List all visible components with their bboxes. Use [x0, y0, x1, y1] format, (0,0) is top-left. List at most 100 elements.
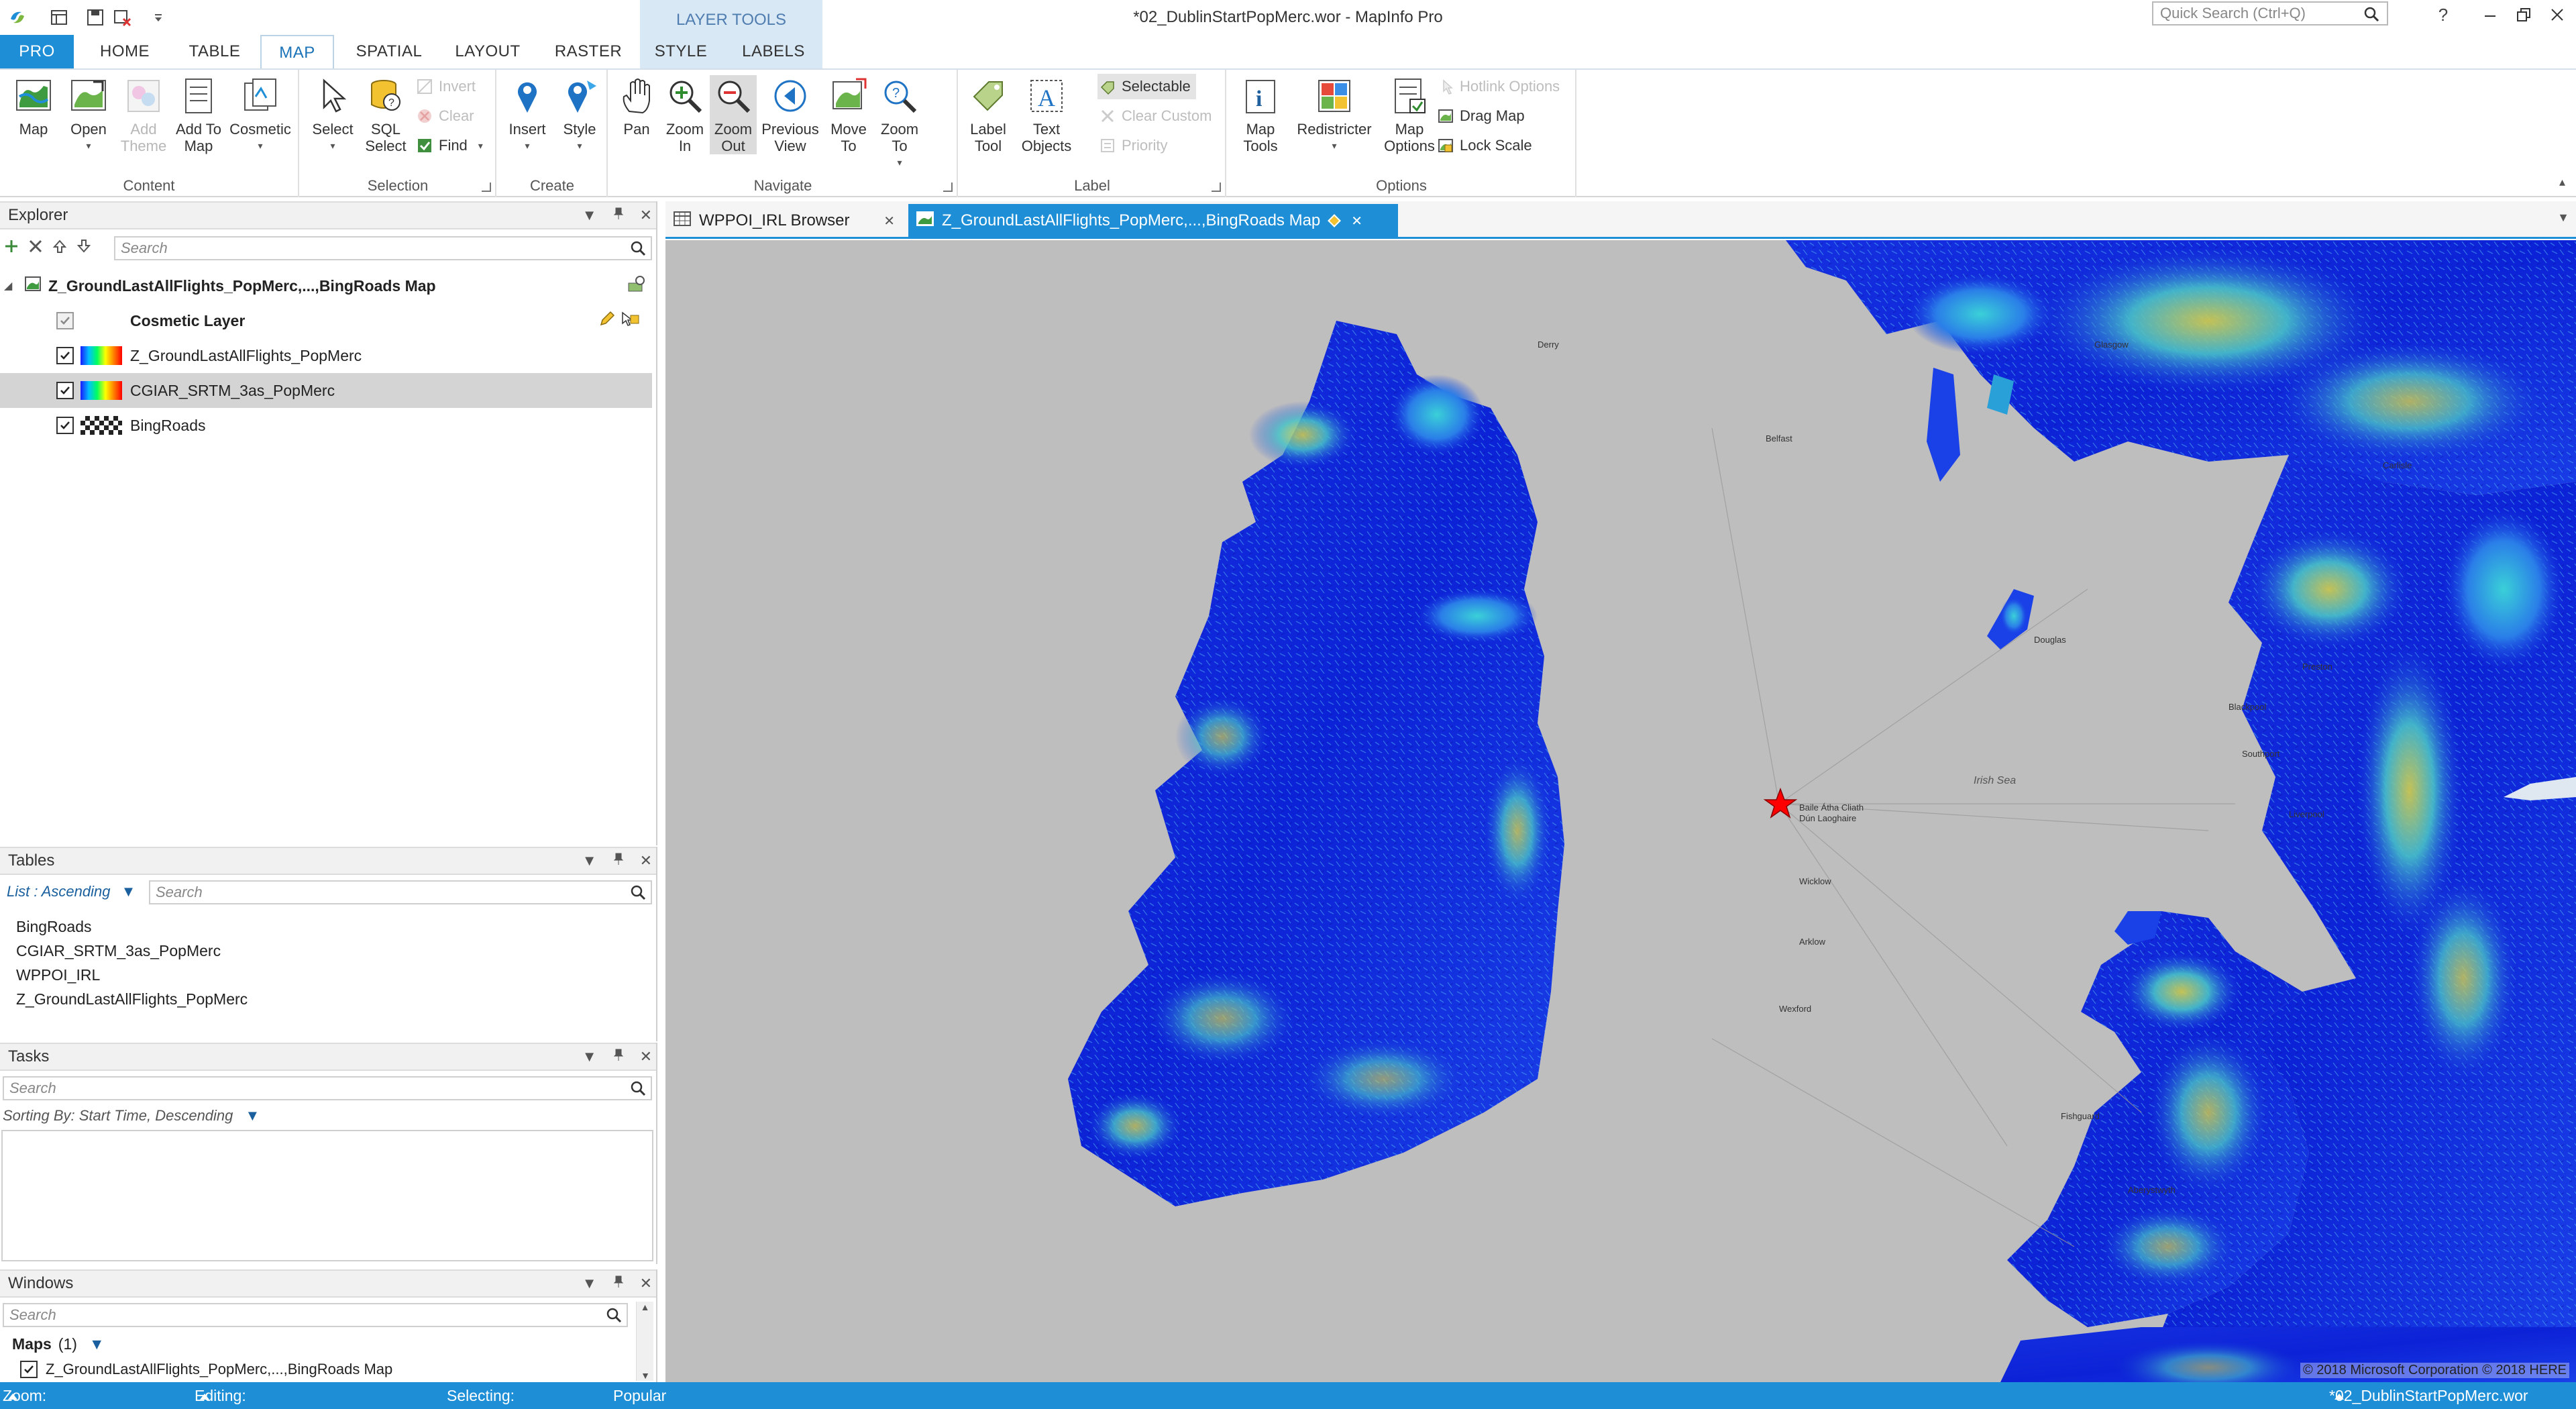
- pin-icon[interactable]: [612, 203, 625, 228]
- workspace-status[interactable]: *02_DublinStartPopMerc.wor: [2329, 1382, 2528, 1409]
- tab-overflow-icon[interactable]: ▼: [2557, 211, 2569, 225]
- open-button[interactable]: Open ▾: [62, 75, 115, 154]
- layer-row-cosmetic[interactable]: Cosmetic Layer: [0, 303, 652, 338]
- add-layer-icon[interactable]: [4, 239, 19, 258]
- tab-pro[interactable]: PRO: [0, 35, 74, 68]
- table-list-item[interactable]: BingRoads: [16, 918, 92, 936]
- selectable-layer-icon[interactable]: [620, 310, 640, 331]
- map-button[interactable]: Map: [7, 75, 60, 138]
- layer-row-flights[interactable]: Z_GroundLastAllFlights_PopMerc: [0, 338, 652, 373]
- layer-control-icon[interactable]: [627, 274, 647, 298]
- redistricter-button[interactable]: Redistricter ▾: [1291, 75, 1378, 154]
- zoom-status[interactable]: Zoom: 643.5 mi: [3, 1382, 46, 1409]
- window-visibility-checkbox[interactable]: [20, 1361, 38, 1378]
- doc-tab-browser[interactable]: WPPOI_IRL Browser ✕: [665, 204, 900, 238]
- close-icon[interactable]: ✕: [1351, 213, 1362, 229]
- close-icon[interactable]: ✕: [640, 848, 652, 874]
- drag-map-toggle[interactable]: Drag Map: [1436, 103, 1525, 129]
- edit-pencil-icon[interactable]: [598, 310, 616, 331]
- navigate-dialog-launcher[interactable]: [943, 182, 953, 192]
- invert-button[interactable]: Invert: [415, 74, 476, 99]
- editing-status[interactable]: Editing: Cosmetic Layer: [195, 1382, 246, 1409]
- label-dialog-launcher[interactable]: [1212, 182, 1221, 192]
- find-button[interactable]: Find ▾: [415, 133, 483, 158]
- insert-button[interactable]: Insert ▾: [502, 75, 553, 154]
- layer-visibility-checkbox[interactable]: [56, 382, 74, 399]
- pan-button[interactable]: Pan: [613, 75, 660, 138]
- table-list-item[interactable]: WPPOI_IRL: [16, 966, 100, 984]
- doc-tab-map[interactable]: Z_GroundLastAllFlights_PopMerc,...,BingR…: [908, 204, 1398, 238]
- clear-custom-button[interactable]: Clear Custom: [1097, 103, 1212, 129]
- place-label: Derry: [1538, 340, 1559, 350]
- sql-select-button[interactable]: ? SQL Select: [360, 75, 412, 154]
- previous-view-button[interactable]: Previous View: [758, 75, 822, 154]
- pane-menu-icon[interactable]: ▼: [582, 203, 597, 228]
- map-tree-node[interactable]: ◢ Z_GroundLastAllFlights_PopMerc,...,Bin…: [0, 268, 652, 303]
- priority-button[interactable]: Priority: [1097, 133, 1167, 158]
- tables-sort-dropdown[interactable]: List : Ascending ▼: [7, 883, 136, 900]
- tables-search-input[interactable]: Search: [149, 880, 652, 904]
- windows-group-header[interactable]: Maps (1) ▼: [12, 1335, 105, 1353]
- selection-dialog-launcher[interactable]: [482, 182, 491, 192]
- close-icon[interactable]: ✕: [640, 1271, 652, 1296]
- tasks-sort-dropdown[interactable]: Sorting By: Start Time, Descending ▼: [3, 1107, 260, 1125]
- move-up-icon[interactable]: [52, 239, 67, 258]
- zoom-to-button[interactable]: ? Zoom To ▾: [875, 75, 924, 171]
- tab-labels[interactable]: LABELS: [730, 35, 817, 68]
- window-list-item[interactable]: Z_GroundLastAllFlights_PopMerc,...,BingR…: [20, 1361, 392, 1378]
- map-canvas[interactable]: Baile Átha Cliath Dún Laoghaire Wicklow …: [665, 240, 2576, 1382]
- pane-menu-icon[interactable]: ▼: [582, 1271, 597, 1296]
- close-icon[interactable]: ✕: [640, 1044, 652, 1069]
- collapse-arrow-icon[interactable]: ◢: [0, 279, 17, 293]
- tab-style[interactable]: STYLE: [644, 35, 718, 68]
- hotlink-options-button[interactable]: Hotlink Options: [1436, 74, 1560, 99]
- close-icon[interactable]: ✕: [640, 203, 652, 228]
- windows-search-input[interactable]: Search: [3, 1303, 628, 1327]
- pin-icon[interactable]: [612, 1271, 625, 1296]
- map-options-button[interactable]: Map Options: [1379, 75, 1440, 154]
- selectable-toggle[interactable]: Selectable: [1097, 74, 1196, 99]
- quick-search-input[interactable]: Quick Search (Ctrl+Q): [2152, 1, 2388, 25]
- windows-scrollbar[interactable]: ▲ ▼: [636, 1302, 653, 1381]
- close-icon[interactable]: ✕: [883, 213, 895, 229]
- layer-visibility-checkbox[interactable]: [56, 417, 74, 434]
- tab-layout[interactable]: LAYOUT: [444, 35, 531, 68]
- help-button[interactable]: ?: [2423, 1, 2463, 28]
- pane-menu-icon[interactable]: ▼: [582, 848, 597, 874]
- remove-layer-icon[interactable]: [28, 239, 43, 258]
- cosmetic-button[interactable]: Cosmetic ▾: [227, 75, 294, 154]
- lock-scale-toggle[interactable]: Lock Scale: [1436, 133, 1532, 158]
- text-objects-button[interactable]: A Text Objects: [1014, 75, 1079, 154]
- collapse-ribbon-icon[interactable]: ▴: [2559, 175, 2565, 189]
- table-list-item[interactable]: Z_GroundLastAllFlights_PopMerc: [16, 990, 248, 1008]
- layer-visibility-checkbox[interactable]: [56, 312, 74, 329]
- clear-button[interactable]: Clear: [415, 103, 474, 129]
- close-button[interactable]: [2537, 1, 2576, 28]
- tab-table[interactable]: TABLE: [177, 35, 252, 68]
- label-tool-button[interactable]: Label Tool: [963, 75, 1013, 154]
- explorer-search-input[interactable]: Search: [114, 236, 652, 260]
- tab-home[interactable]: HOME: [85, 35, 165, 68]
- scroll-up-icon[interactable]: ▲: [637, 1302, 653, 1312]
- tab-raster[interactable]: RASTER: [545, 35, 632, 68]
- add-to-map-button[interactable]: Add To Map: [172, 75, 225, 154]
- tab-map[interactable]: MAP: [260, 35, 334, 68]
- pane-menu-icon[interactable]: ▼: [582, 1044, 597, 1069]
- move-down-icon[interactable]: [76, 239, 91, 258]
- move-to-button[interactable]: Move To: [824, 75, 873, 154]
- pin-icon[interactable]: [612, 1044, 625, 1069]
- tab-spatial[interactable]: SPATIAL: [346, 35, 432, 68]
- layer-row-srtm[interactable]: CGIAR_SRTM_3as_PopMerc: [0, 373, 652, 408]
- table-list-item[interactable]: CGIAR_SRTM_3as_PopMerc: [16, 942, 221, 960]
- map-tools-button[interactable]: i Map Tools: [1232, 75, 1289, 154]
- layer-visibility-checkbox[interactable]: [56, 347, 74, 364]
- tasks-search-input[interactable]: Search: [3, 1076, 652, 1100]
- zoom-out-button[interactable]: Zoom Out: [710, 75, 757, 154]
- zoom-in-button[interactable]: Zoom In: [661, 75, 708, 154]
- style-button[interactable]: Style ▾: [554, 75, 605, 154]
- add-theme-button[interactable]: Add Theme: [117, 75, 170, 154]
- select-button[interactable]: Select ▾: [306, 75, 360, 154]
- scroll-down-icon[interactable]: ▼: [637, 1370, 654, 1381]
- pin-icon[interactable]: [612, 848, 625, 874]
- layer-row-bingroads[interactable]: BingRoads: [0, 408, 652, 443]
